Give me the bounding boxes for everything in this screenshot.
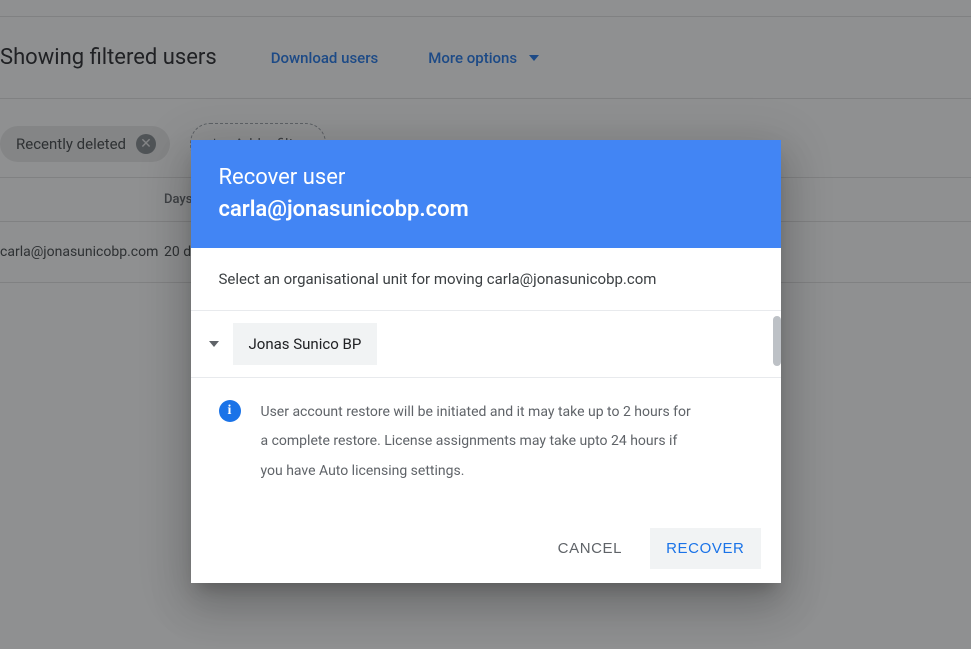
info-text: User account restore will be initiated a… <box>261 398 701 486</box>
dialog-subtext: Select an organisational unit for moving… <box>191 248 781 311</box>
title-email: carla@jonasunicobp.com <box>219 197 469 222</box>
recover-user-dialog: Recover user carla@jonasunicobp.com Sele… <box>191 140 781 583</box>
org-unit-selected[interactable]: Jonas Sunico BP <box>233 323 378 365</box>
dialog-actions: CANCEL RECOVER <box>191 520 781 583</box>
recover-button[interactable]: RECOVER <box>650 528 760 569</box>
chevron-down-icon <box>209 341 219 347</box>
info-icon: i <box>219 400 241 422</box>
modal-overlay: Recover user carla@jonasunicobp.com Sele… <box>0 0 971 649</box>
title-text: Recover user <box>219 165 346 190</box>
scrollbar-thumb[interactable] <box>773 316 781 366</box>
info-row: i User account restore will be initiated… <box>191 378 781 520</box>
cancel-button[interactable]: CANCEL <box>542 528 638 569</box>
dialog-header: Recover user carla@jonasunicobp.com <box>191 140 781 248</box>
dialog-title: Recover user carla@jonasunicobp.com <box>219 162 753 226</box>
org-unit-picker[interactable]: Jonas Sunico BP <box>191 311 781 378</box>
